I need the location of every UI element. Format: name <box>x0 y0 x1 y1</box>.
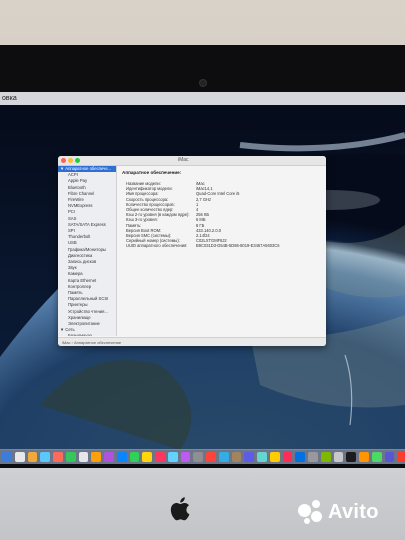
window-title: iMac <box>178 157 189 163</box>
avito-brand: Avito <box>328 500 379 523</box>
dock-app-icon[interactable] <box>295 451 305 462</box>
dock-app-icon[interactable] <box>180 451 191 462</box>
dock-app-icon[interactable] <box>320 451 331 462</box>
menu-bar: овка <box>0 92 405 105</box>
window-titlebar[interactable]: iMac <box>58 156 326 166</box>
dock-app-icon[interactable] <box>27 451 38 462</box>
spec-list: Название модели: iMac Идентификатор модели… <box>120 181 324 249</box>
dock-app-icon[interactable] <box>218 451 229 462</box>
dock-app-icon[interactable] <box>257 451 267 462</box>
dock-app-icon[interactable] <box>231 451 242 462</box>
minimize-button[interactable] <box>68 158 73 163</box>
zoom-button[interactable] <box>75 158 80 163</box>
dock-app-icon[interactable] <box>155 451 165 462</box>
dock-app-icon[interactable] <box>78 451 89 462</box>
avito-watermark: Avito <box>298 500 379 524</box>
dock-app-icon[interactable] <box>167 451 178 462</box>
dock-app-icon[interactable] <box>206 451 216 462</box>
spec-label: UUID аппаратного обеспечения: <box>126 243 188 249</box>
dock-app-icon[interactable] <box>359 451 369 462</box>
dock-app-icon[interactable] <box>40 451 50 462</box>
dock-app-icon[interactable] <box>104 451 114 462</box>
apple-logo-icon <box>170 497 190 521</box>
dock-app-icon[interactable] <box>308 451 318 462</box>
dock-app-icon[interactable] <box>371 451 382 462</box>
dock-app-icon[interactable] <box>397 451 405 462</box>
dock-app-icon[interactable] <box>244 451 254 462</box>
content-heading: Аппаратное обеспечение: <box>122 170 182 175</box>
dock-app-icon[interactable] <box>129 451 140 462</box>
dock-app-icon[interactable] <box>333 451 344 462</box>
dock-app-icon[interactable] <box>282 451 293 462</box>
dock-app-icon[interactable] <box>2 451 12 462</box>
menubar-app-label[interactable]: овка <box>2 95 17 102</box>
dock-app-icon[interactable] <box>116 451 127 462</box>
close-button[interactable] <box>61 158 66 163</box>
sidebar: ▼ Аппаратное обеспече... ACPI Apple Pay Blu… <box>58 166 117 336</box>
webcam <box>200 80 206 86</box>
spec-value: B9C031D3-D54B-5D86-8019-E3467A5603C6 <box>196 243 280 249</box>
dock-app-icon[interactable] <box>53 451 63 462</box>
sidebar-item[interactable]: ▼ Аппаратное обеспече... <box>58 166 116 173</box>
dock-app-icon[interactable] <box>269 451 280 462</box>
avito-logo-icon <box>298 500 324 524</box>
hardware-overview: Аппаратное обеспечение: Название модели:… <box>120 168 324 336</box>
dock-app-icon[interactable] <box>65 451 76 462</box>
imac-screen: овка iMac ▼ Аппаратное обеспече... ACPI … <box>0 92 405 464</box>
dock-app-icon[interactable] <box>14 451 25 462</box>
dock <box>0 449 405 464</box>
dock-app-icon[interactable] <box>384 451 395 462</box>
dock-app-icon[interactable] <box>193 451 203 462</box>
sidebar-item[interactable]: Брандмауэр <box>58 333 116 336</box>
dock-app-icon[interactable] <box>346 451 356 462</box>
dock-app-icon[interactable] <box>91 451 101 462</box>
spec-row: UUID аппаратного обеспечения: B9C031D3-D5… <box>120 243 324 248</box>
system-information-window: iMac ▼ Аппаратное обеспече... ACPI Apple P… <box>58 156 326 346</box>
path-bar: iMac › Аппаратное обеспечение <box>58 337 326 346</box>
dock-app-icon[interactable] <box>142 451 152 462</box>
